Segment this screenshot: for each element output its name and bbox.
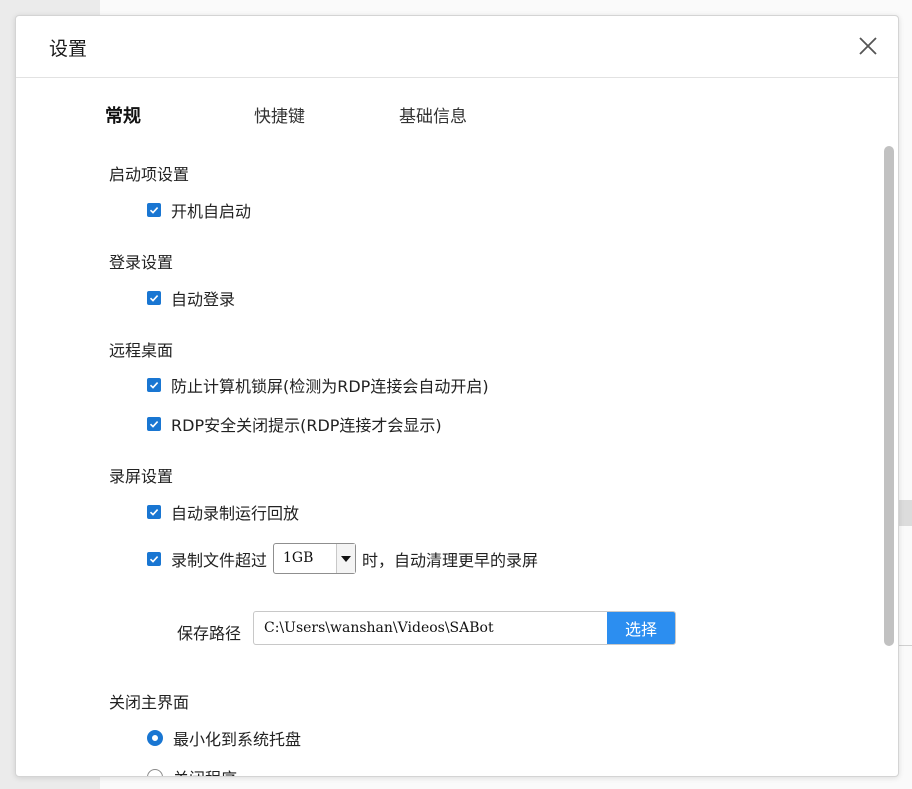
radio-unchecked-icon	[147, 769, 163, 776]
checkbox-rdp-close-tip[interactable]: RDP安全关闭提示(RDP连接才会显示)	[147, 414, 442, 435]
checkbox-checked-icon	[147, 417, 161, 431]
dialog-header: 设置	[16, 16, 898, 78]
close-icon	[859, 37, 877, 55]
save-path-label: 保存路径	[177, 624, 242, 643]
section-title-startup: 启动项设置	[109, 165, 190, 184]
checkbox-checked-icon	[147, 203, 161, 217]
section-title-login: 登录设置	[109, 253, 174, 272]
dialog-title: 设置	[49, 38, 88, 60]
scrollbar-thumb[interactable]	[884, 146, 894, 646]
background-divider	[898, 645, 912, 646]
close-button[interactable]	[856, 34, 880, 58]
checkbox-auto-login[interactable]: 自动登录	[147, 288, 236, 309]
checkbox-checked-icon	[147, 291, 161, 305]
tab-general[interactable]: 常规	[105, 102, 141, 128]
background-strip	[898, 500, 912, 526]
checkbox-checked-icon	[147, 505, 161, 519]
tab-shortcuts[interactable]: 快捷键	[254, 102, 305, 127]
checkbox-prevent-lock[interactable]: 防止计算机锁屏(检测为RDP连接会自动开启)	[147, 375, 489, 396]
recording-limit-row: 录制文件超过 1GB 时，自动清理更早的录屏	[147, 543, 538, 574]
section-title-close-main: 关闭主界面	[109, 693, 190, 712]
checkbox-label: 开机自启动	[171, 202, 252, 221]
section-title-recording: 录屏设置	[109, 467, 174, 486]
checkbox-label: RDP安全关闭提示(RDP连接才会显示)	[171, 416, 442, 435]
size-limit-value: 1GB	[283, 550, 314, 566]
checkbox-limit-size[interactable]	[147, 551, 161, 566]
size-limit-select[interactable]: 1GB	[273, 543, 357, 574]
checkbox-auto-record[interactable]: 自动录制运行回放	[147, 502, 300, 523]
chevron-down-icon	[336, 544, 356, 573]
checkbox-auto-start[interactable]: 开机自启动	[147, 200, 252, 221]
tab-basic-info[interactable]: 基础信息	[399, 102, 467, 127]
limit-suffix-label: 时，自动清理更早的录屏	[362, 550, 539, 570]
checkbox-label: 自动登录	[171, 290, 236, 309]
scrollbar[interactable]	[884, 146, 894, 646]
save-path-group: 选择	[253, 611, 676, 645]
radio-label: 关闭程序	[173, 765, 237, 776]
choose-path-button[interactable]: 选择	[607, 612, 675, 644]
checkbox-checked-icon	[147, 378, 161, 392]
radio-checked-icon	[147, 730, 163, 746]
section-title-remote-desktop: 远程桌面	[109, 341, 174, 360]
settings-dialog: 设置 常规 快捷键 基础信息 启动项设置 开机自启动 登录设置 自动登录 远程桌…	[15, 15, 899, 777]
tab-bar: 常规 快捷键 基础信息	[16, 102, 876, 132]
checkbox-label: 自动录制运行回放	[171, 504, 300, 523]
limit-prefix-label: 录制文件超过	[171, 550, 268, 570]
radio-minimize-to-tray[interactable]: 最小化到系统托盘	[147, 728, 302, 749]
radio-label: 最小化到系统托盘	[173, 730, 302, 749]
checkbox-label: 防止计算机锁屏(检测为RDP连接会自动开启)	[171, 377, 489, 396]
radio-exit-program[interactable]: 关闭程序	[147, 765, 237, 776]
save-path-input[interactable]	[254, 612, 607, 644]
